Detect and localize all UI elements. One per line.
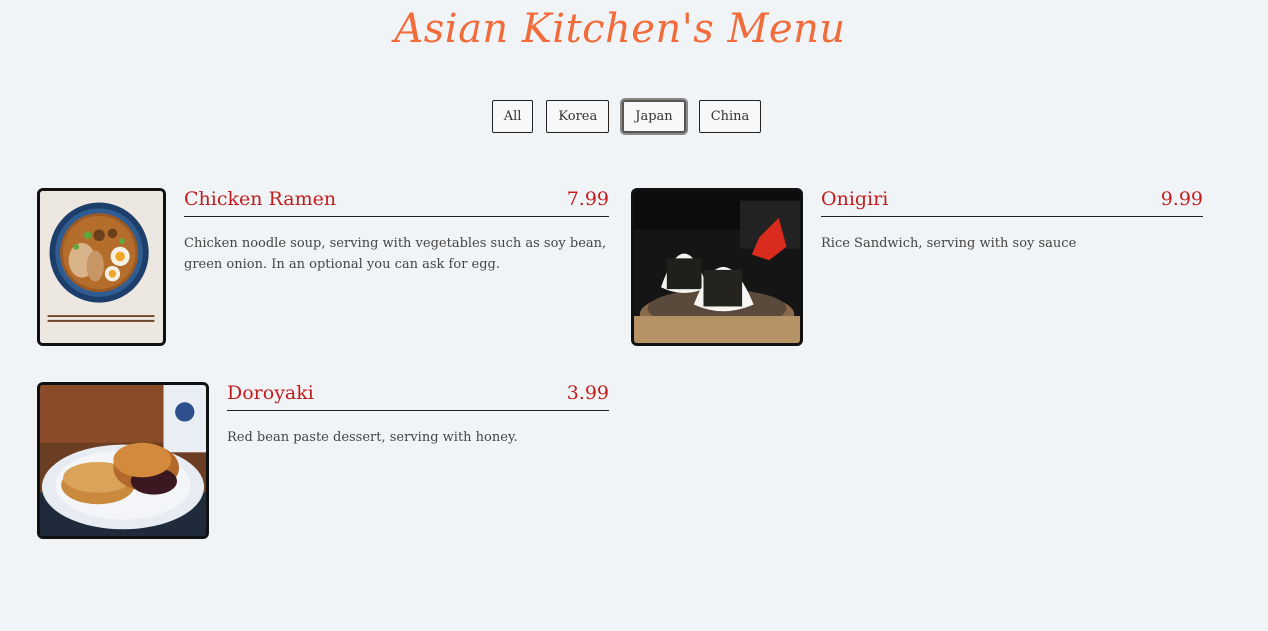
menu-item-info-chicken-ramen: Chicken Ramen 7.99 Chicken noodle soup, …: [184, 188, 609, 275]
filter-japan-button[interactable]: Japan: [620, 98, 688, 135]
menu-page: Asian Kitchen's Menu All Korea Japan Chi…: [0, 0, 1268, 631]
filter-all-button[interactable]: All: [491, 100, 534, 133]
item-header: Chicken Ramen 7.99: [184, 188, 609, 217]
item-name: Doroyaki: [227, 382, 314, 404]
filter-china-button[interactable]: China: [698, 100, 762, 133]
item-header: Onigiri 9.99: [821, 188, 1203, 217]
dorayaki-image: [37, 382, 209, 539]
filter-korea-button[interactable]: Korea: [546, 100, 610, 133]
category-filter-bar: All Korea Japan China: [0, 98, 1253, 135]
menu-item-info-onigiri: Onigiri 9.99 Rice Sandwich, serving with…: [821, 188, 1203, 254]
onigiri-image: [631, 188, 803, 346]
menu-item-chicken-ramen: [37, 188, 166, 346]
menu-item-onigiri: [631, 188, 803, 346]
item-description: Chicken noodle soup, serving with vegeta…: [184, 236, 607, 272]
item-name: Onigiri: [821, 188, 889, 210]
item-price: 3.99: [566, 382, 609, 404]
item-price: 7.99: [566, 188, 609, 210]
item-price: 9.99: [1160, 188, 1203, 210]
item-description: Red bean paste dessert, serving with hon…: [227, 430, 518, 445]
item-name: Chicken Ramen: [184, 188, 337, 210]
item-description: Rice Sandwich, serving with soy sauce: [821, 236, 1077, 251]
menu-item-doroyaki: [37, 382, 209, 539]
item-header: Doroyaki 3.99: [227, 382, 609, 411]
ramen-bowl-image: [37, 188, 166, 346]
menu-item-info-doroyaki: Doroyaki 3.99 Red bean paste dessert, se…: [227, 382, 609, 448]
page-title: Asian Kitchen's Menu: [394, 6, 846, 52]
